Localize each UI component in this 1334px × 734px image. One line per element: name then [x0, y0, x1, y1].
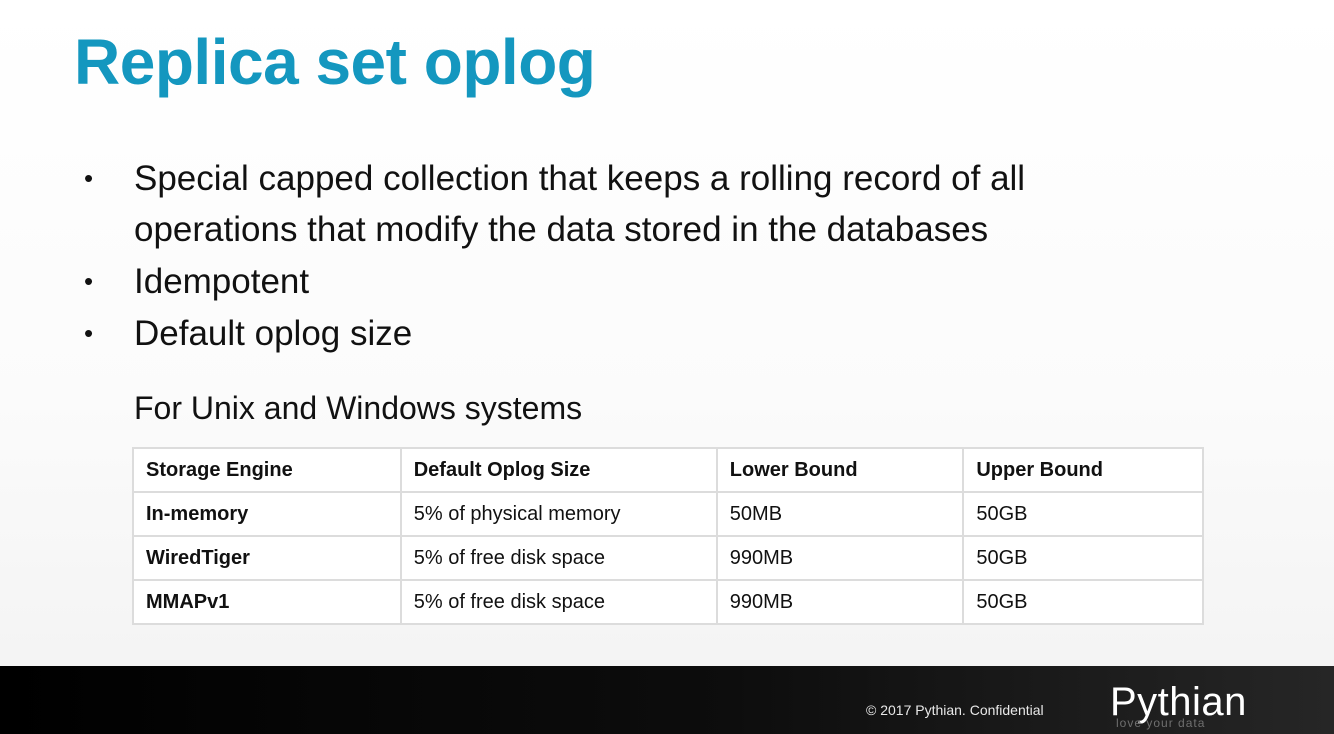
header-cell: Lower Bound	[715, 447, 965, 493]
table-cell-engine: WiredTiger	[132, 535, 402, 581]
table-cell: 50MB	[715, 491, 965, 537]
table-cell: 5% of free disk space	[399, 579, 718, 625]
bullet-dot-icon: •	[84, 318, 94, 348]
table-cell: 990MB	[715, 579, 965, 625]
table-cell-engine: In-memory	[132, 491, 402, 537]
bullet-item: • Default oplog size	[84, 308, 1164, 359]
bullet-dot-icon: •	[84, 163, 94, 193]
slide-footer: © 2017 Pythian. Confidential Pythian lov…	[0, 666, 1334, 734]
bullet-list: • Special capped collection that keeps a…	[84, 153, 1164, 360]
bullet-item: • Special capped collection that keeps a…	[84, 153, 1164, 255]
table-cell: 990MB	[715, 535, 965, 581]
bullet-item: • Idempotent	[84, 256, 1164, 307]
table-row: WiredTiger 5% of free disk space 990MB 5…	[132, 535, 1204, 581]
table-cell: 50GB	[962, 579, 1204, 625]
table-header-row: Storage Engine Default Oplog Size Lower …	[132, 447, 1204, 493]
table-cell: 50GB	[962, 535, 1204, 581]
bullet-dot-icon: •	[84, 266, 94, 296]
copyright-text: © 2017 Pythian. Confidential	[866, 702, 1044, 718]
header-cell: Default Oplog Size	[399, 447, 718, 493]
header-cell: Upper Bound	[962, 447, 1204, 493]
pythian-logo: Pythian love your data	[1110, 680, 1280, 730]
logo-tagline: love your data	[1116, 716, 1206, 730]
bullet-text: Special capped collection that keeps a r…	[134, 159, 1026, 249]
oplog-size-table: Storage Engine Default Oplog Size Lower …	[132, 447, 1204, 625]
table-cell: 5% of free disk space	[399, 535, 718, 581]
table-cell: 5% of physical memory	[399, 491, 718, 537]
table-cell: 50GB	[962, 491, 1204, 537]
table-row: In-memory 5% of physical memory 50MB 50G…	[132, 491, 1204, 537]
bullet-text: Default oplog size	[134, 314, 413, 353]
table-row: MMAPv1 5% of free disk space 990MB 50GB	[132, 579, 1204, 625]
slide-title: Replica set oplog	[74, 26, 596, 98]
header-cell: Storage Engine	[132, 447, 402, 493]
bullet-text: Idempotent	[134, 262, 310, 301]
table-caption: For Unix and Windows systems	[134, 390, 583, 426]
table-cell-engine: MMAPv1	[132, 579, 402, 625]
